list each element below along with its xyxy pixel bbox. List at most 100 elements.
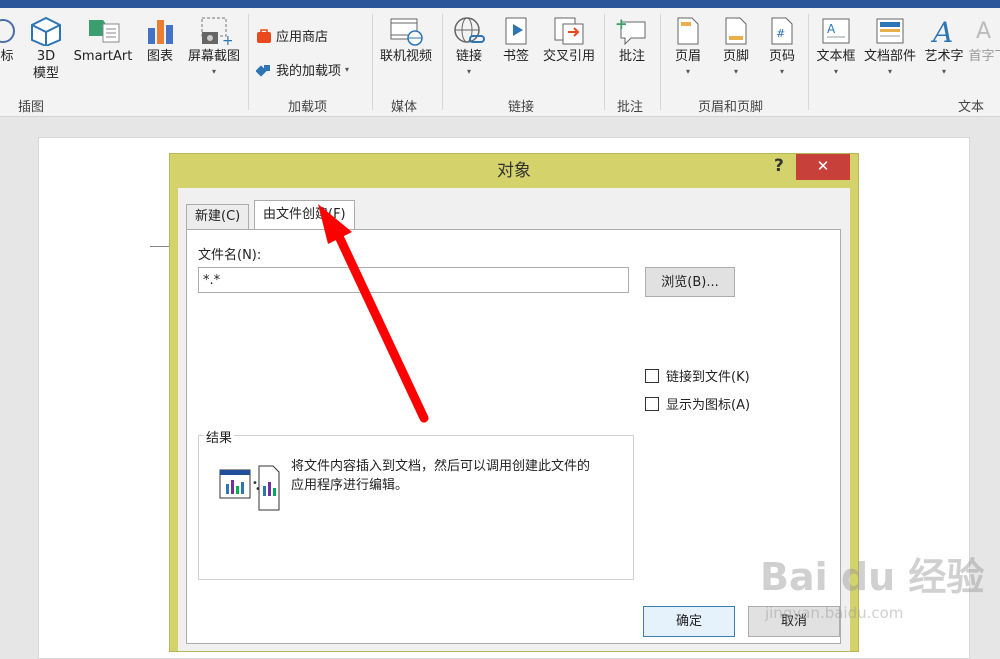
chevron-down-icon[interactable]: ▾ [184,67,244,77]
cross-reference-icon [554,17,584,45]
ribbon: 标 3D 模型 SmartArt 图表 + 屏幕截图 ▾ 插图 应用商店 我的加… [0,8,1000,117]
chevron-down-icon[interactable]: ▾ [666,67,710,77]
ribbon-button-wordart[interactable]: A 艺术字 ▾ [920,12,968,77]
ok-button[interactable]: 确定 [643,606,735,637]
my-addins-label: 我的加载项 [276,64,342,79]
group-separator [372,14,373,110]
browse-button[interactable]: 浏览(B)... [645,267,735,297]
tab-panel-from-file: 文件名(N): *.* 浏览(B)... 链接到文件(K) 显示为图标(A) 结… [186,229,841,644]
ribbon-label: 屏幕截图 [187,49,240,64]
filename-label: 文件名(N): [198,248,262,263]
smartart-icon [89,20,120,43]
dialog-title: 对象 [497,161,531,181]
ribbon-label: 页码 [768,49,795,64]
checkbox-box[interactable] [645,368,659,383]
svg-text:A: A [930,16,953,46]
tab-from-file[interactable]: 由文件创建(F) [254,200,355,229]
chevron-down-icon[interactable]: ▾ [760,67,804,77]
ribbon-label: 3D 模型 [32,49,59,81]
group-label-links: 链接 [508,100,535,115]
group-separator [248,14,249,110]
watermark-url: jingyan.baidu.com [765,604,904,622]
ribbon-button-quick-parts[interactable]: 文档部件 ▾ [860,12,920,77]
ribbon-button-screenshot[interactable]: + 屏幕截图 ▾ [184,12,244,77]
ribbon-button-3d-model[interactable]: 3D 模型 [26,12,66,82]
link-to-file-checkbox[interactable]: 链接到文件(K) [645,366,750,385]
help-icon[interactable]: ? [774,156,784,176]
chevron-down-icon[interactable]: ▾ [345,65,349,74]
chart-icon [148,20,173,44]
bookmark-icon [505,17,527,45]
ribbon-button-header[interactable]: 页眉 ▾ [666,12,710,77]
object-dialog: 对象 ? ✕ 新建(C) 由文件创建(F) 文件名(N): *.* 浏览(B).… [169,153,859,652]
ribbon-button-cross-reference[interactable]: 交叉引用 [538,12,600,65]
svg-text:+: + [222,33,232,46]
my-addins-button[interactable]: 我的加载项 ▾ [256,60,349,79]
ribbon-button-bookmark[interactable]: 书签 [496,12,536,65]
ribbon-button-comment[interactable]: + 批注 [610,12,654,65]
close-button[interactable]: ✕ [796,154,850,180]
ribbon-label: 书签 [502,49,529,64]
ribbon-label: 首字下 [968,49,1000,64]
window-title-bar [0,0,1000,8]
group-separator [808,14,809,110]
ribbon-label: SmartArt [73,49,133,64]
ribbon-button-chart[interactable]: 图表 [140,12,180,65]
footer-icon [725,17,747,45]
display-as-icon-checkbox[interactable]: 显示为图标(A) [645,394,750,413]
group-label-addins: 加载项 [288,100,328,115]
ribbon-button-smartart[interactable]: SmartArt [70,12,136,65]
comment-icon: + [615,16,646,46]
store-label: 应用商店 [276,30,329,45]
header-icon [677,17,699,45]
group-label-text: 文本 [958,100,985,115]
ribbon-label: 交叉引用 [542,49,595,64]
svg-text:+: + [615,16,628,33]
ribbon-button-link[interactable]: 链接 ▾ [448,12,490,77]
result-group: 结果 • • 将文件内容插入到文档，然后可以调用创建此文件的应用程序进行编辑。 [198,427,634,580]
quick-parts-icon [876,18,904,44]
store-icon [257,28,271,43]
group-separator [604,14,605,110]
svg-text:A: A [827,22,836,36]
drop-cap-icon: A [976,19,991,44]
store-button[interactable]: 应用商店 [256,26,328,45]
video-icon [390,18,423,46]
ribbon-button-footer[interactable]: 页脚 ▾ [714,12,758,77]
svg-text:#: # [776,27,785,40]
ribbon-label: 页脚 [722,49,749,64]
chevron-down-icon[interactable]: ▾ [920,67,968,77]
ribbon-label: 链接 [455,49,482,64]
ribbon-button-online-video[interactable]: 联机视频 [374,12,438,65]
ribbon-label: 批注 [618,49,645,64]
chevron-down-icon[interactable]: ▾ [860,67,920,77]
link-icon [454,17,485,43]
chevron-down-icon[interactable]: ▾ [448,67,490,77]
ribbon-label: 页眉 [674,49,701,64]
ribbon-label: 联机视频 [379,49,432,64]
checkbox-box[interactable] [645,396,659,411]
ribbon-button-drop-cap[interactable]: A 首字下 [968,12,1000,65]
watermark-brand: Bai du 经验 [760,555,985,599]
group-label-header-footer: 页眉和页脚 [698,100,764,115]
tab-new[interactable]: 新建(C) [186,204,250,229]
chevron-down-icon[interactable]: ▾ [812,67,860,77]
filename-field[interactable]: *.* [198,267,629,293]
ribbon-button-page-number[interactable]: # 页码 ▾ [760,12,804,77]
ribbon-label: 文本框 [816,49,856,64]
group-label-media: 媒体 [391,100,418,115]
ribbon-label: 标 [0,49,14,64]
chevron-down-icon[interactable]: ▾ [714,67,758,77]
result-label: 结果 [204,427,235,446]
ribbon-button-textbox[interactable]: A 文本框 ▾ [812,12,860,77]
ribbon-button-icons[interactable]: 标 [0,12,22,65]
dialog-body: 新建(C) 由文件创建(F) 文件名(N): *.* 浏览(B)... 链接到文… [178,188,850,651]
group-label-illustrations: 插图 [18,100,45,115]
ribbon-label: 文档部件 [863,49,916,64]
ribbon-label: 图表 [146,49,173,64]
display-as-icon-label: 显示为图标(A) [666,398,751,413]
addins-icon [256,64,270,77]
textbox-icon: A [822,18,850,44]
screenshot-icon: + [201,17,232,46]
svg-text:A: A [976,19,991,44]
